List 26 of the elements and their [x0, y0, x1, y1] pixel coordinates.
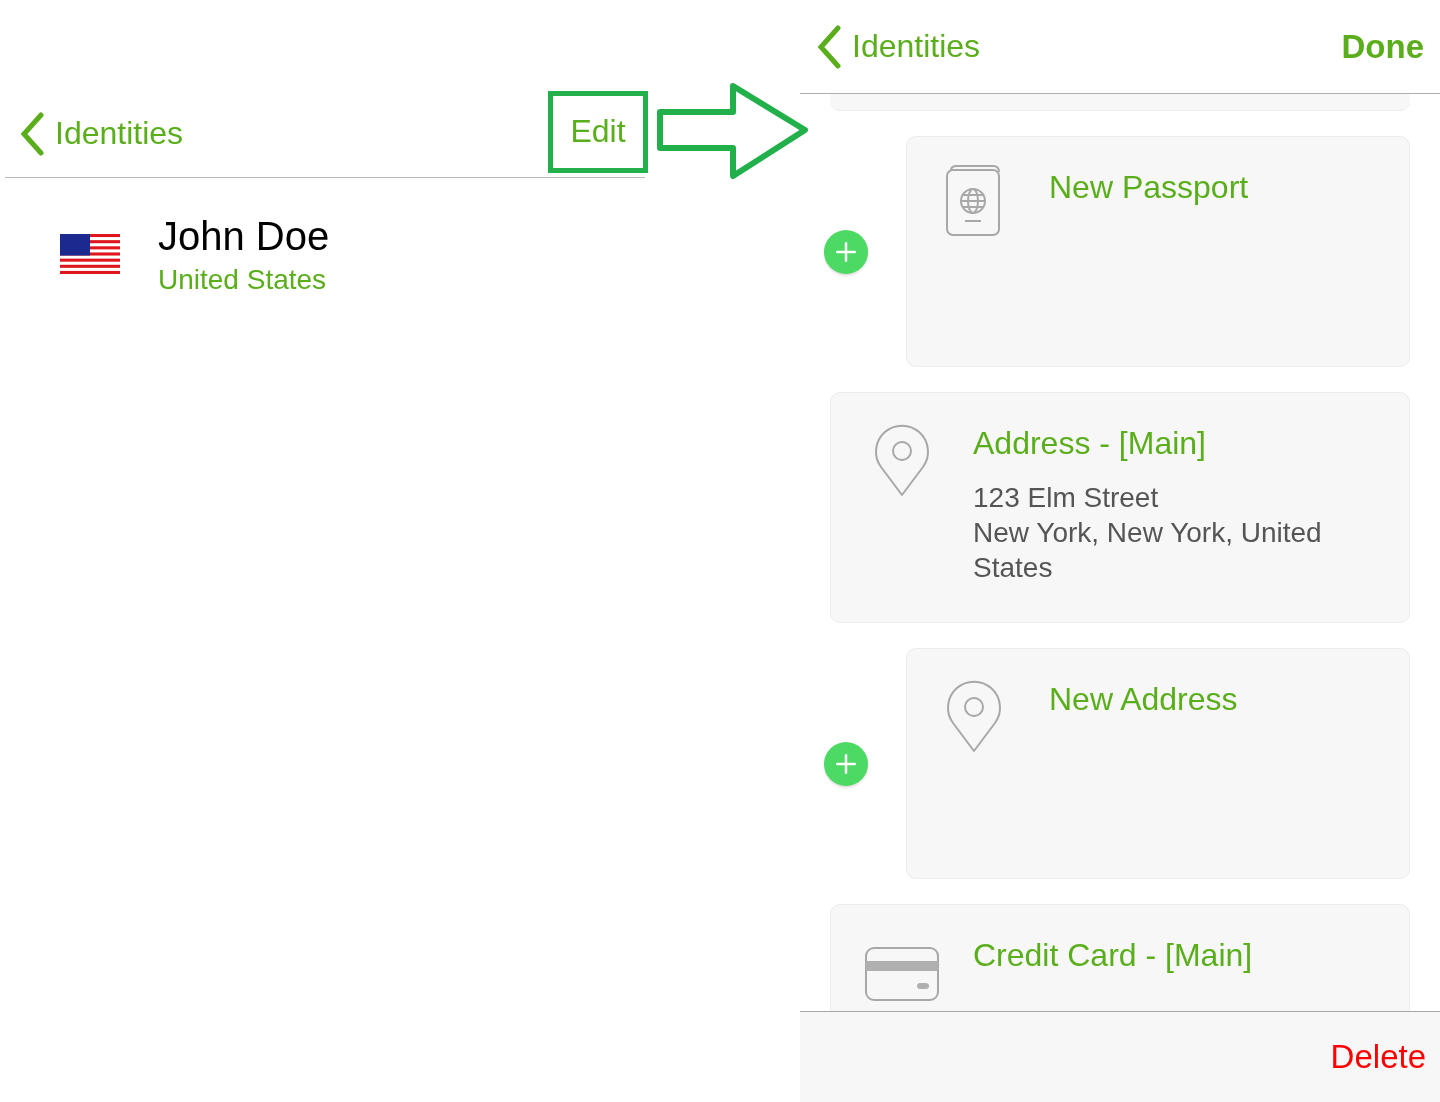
card[interactable]: New Passport	[906, 136, 1410, 367]
identity-name[interactable]: John Doe	[158, 214, 330, 258]
address-text: 123 Elm Street New York, New York, United States	[973, 481, 1323, 585]
chevron-left-icon	[19, 111, 45, 156]
add-button[interactable]	[824, 741, 868, 786]
credit-card-icon	[865, 947, 939, 1001]
card-title: New Passport	[1049, 169, 1249, 206]
edit-button[interactable]: Edit	[570, 113, 626, 150]
flag-icon	[60, 234, 120, 274]
back-link[interactable]: Identities	[802, 24, 981, 69]
card[interactable]: Credit Card - [Main]	[830, 904, 1410, 1011]
back-link[interactable]: Identities	[5, 111, 184, 156]
delete-button[interactable]: Delete	[1330, 1038, 1426, 1076]
card[interactable]: Address - [Main] 123 Elm Street New York, New York, United States	[830, 392, 1410, 623]
card-title: New Address	[1049, 681, 1238, 718]
add-button[interactable]	[824, 229, 868, 274]
card-title: Credit Card - [Main]	[973, 937, 1253, 974]
card[interactable]: New Address	[906, 648, 1410, 879]
identity-country: United States	[158, 264, 328, 296]
card-title: Address - [Main]	[973, 425, 1207, 462]
done-button[interactable]: Done	[1341, 27, 1424, 66]
chevron-left-icon	[816, 24, 842, 69]
map-pin-icon	[945, 679, 1003, 753]
passport-icon	[945, 165, 1001, 237]
arrow-icon	[655, 82, 811, 182]
map-pin-icon	[873, 423, 931, 497]
